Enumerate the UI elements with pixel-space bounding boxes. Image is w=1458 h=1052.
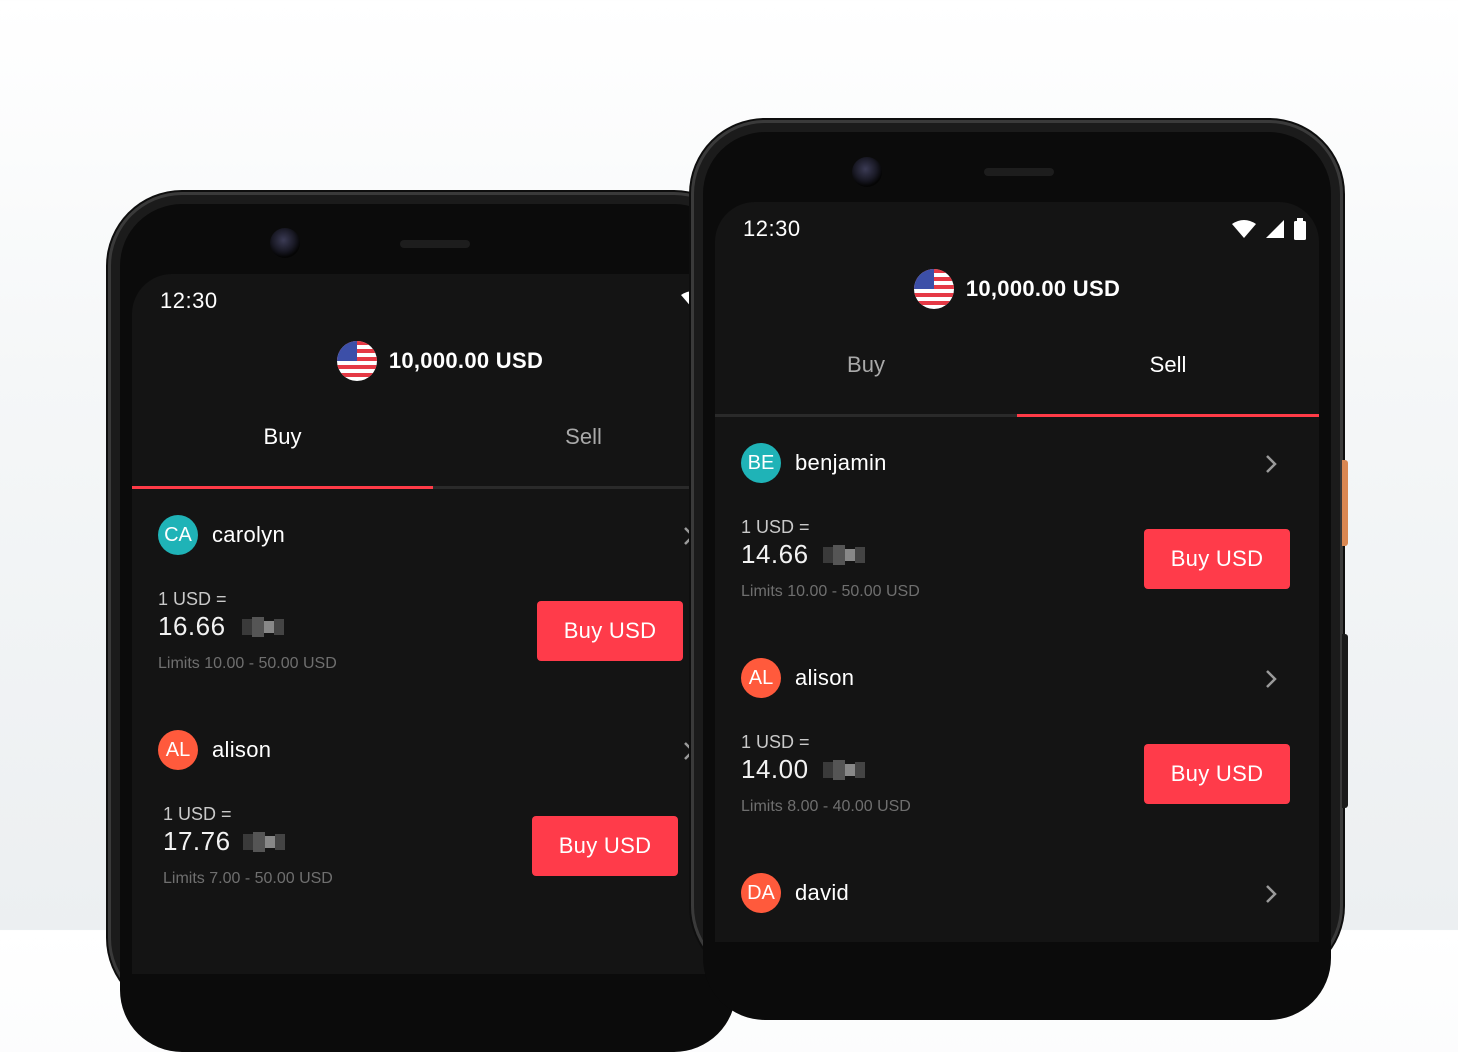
avatar: BE [741, 443, 781, 483]
rate-value: 14.66 [741, 539, 875, 570]
chevron-right-icon[interactable] [1258, 666, 1284, 692]
user-name: alison [212, 737, 272, 762]
tab-buy[interactable]: Buy [715, 332, 1017, 414]
rate-value: 17.76 [163, 826, 297, 857]
phone-left: 12:30 10,000.00 USD Buy Sell CA carolyn … [108, 192, 748, 1052]
speaker-grille [400, 240, 470, 248]
rate-value: 16.66 [158, 611, 292, 642]
rate-label: 1 USD = [163, 804, 232, 824]
balance-header: 10,000.00 USD [132, 340, 748, 382]
status-bar: 12:30 [743, 216, 1306, 246]
limits-text: Limits 8.00 - 40.00 USD [741, 798, 911, 815]
pixelated-currency [236, 615, 292, 639]
tab-sell[interactable]: Sell [1017, 332, 1319, 417]
rate-number: 14.00 [741, 754, 809, 784]
user-name: alison [795, 665, 855, 690]
rate-label: 1 USD = [741, 517, 810, 537]
us-flag-icon [336, 341, 377, 381]
chevron-right-icon[interactable] [1258, 451, 1284, 477]
front-camera-icon [852, 157, 882, 187]
offer-item-alison[interactable]: AL alison 1 USD = 17.76 Limits 7.00 - 50… [132, 704, 748, 919]
buy-usd-button[interactable]: Buy USD [532, 816, 678, 876]
user-name: david [795, 880, 850, 905]
tab-bar: Buy Sell [132, 404, 734, 489]
status-time: 12:30 [743, 216, 801, 241]
limits-text: Limits 10.00 - 50.00 USD [741, 583, 920, 600]
buy-usd-button[interactable]: Buy USD [1144, 529, 1290, 589]
offer-item-david[interactable]: DA david [715, 847, 1319, 942]
tab-buy[interactable]: Buy [132, 404, 433, 489]
phone-right: 12:30 10,000.00 USD Buy Sell BE benjamin… [691, 120, 1348, 1020]
limits-text: Limits 7.00 - 50.00 USD [163, 870, 333, 887]
signal-icon [1266, 220, 1284, 238]
avatar: AL [158, 730, 198, 770]
tab-bar: Buy Sell [715, 332, 1319, 417]
avatar: DA [741, 873, 781, 913]
screen: 12:30 10,000.00 USD Buy Sell BE benjamin… [715, 202, 1319, 942]
status-time: 12:30 [160, 288, 218, 313]
offer-item-alison[interactable]: AL alison 1 USD = 14.00 Limits 8.00 - 40… [715, 632, 1319, 847]
front-camera-icon [270, 228, 300, 258]
offer-list: CA carolyn 1 USD = 16.66 Limits 10.00 - … [132, 489, 748, 919]
avatar: CA [158, 515, 198, 555]
screen: 12:30 10,000.00 USD Buy Sell CA carolyn … [132, 274, 748, 974]
balance-amount: 10,000.00 USD [965, 276, 1121, 301]
rate-value: 14.00 [741, 754, 875, 785]
rate-label: 1 USD = [741, 732, 810, 752]
speaker-grille [984, 168, 1054, 176]
status-bar: 12:30 [160, 288, 733, 318]
wifi-icon [1232, 220, 1256, 238]
offer-item-carolyn[interactable]: CA carolyn 1 USD = 16.66 Limits 10.00 - … [132, 489, 748, 704]
balance-header: 10,000.00 USD [715, 268, 1319, 310]
us-flag-icon [913, 269, 954, 309]
pixelated-currency [819, 758, 875, 782]
user-name: benjamin [795, 450, 887, 475]
user-name: carolyn [212, 522, 286, 547]
offer-item-benjamin[interactable]: BE benjamin 1 USD = 14.66 Limits 10.00 -… [715, 417, 1319, 632]
limits-text: Limits 10.00 - 50.00 USD [158, 655, 337, 672]
side-button [1342, 634, 1348, 808]
pixelated-currency [241, 830, 297, 854]
rate-label: 1 USD = [158, 589, 227, 609]
rate-number: 16.66 [158, 611, 226, 641]
buy-usd-button[interactable]: Buy USD [537, 601, 683, 661]
chevron-right-icon[interactable] [1258, 881, 1284, 907]
pixelated-currency [819, 543, 875, 567]
side-button [1342, 460, 1348, 546]
balance-amount: 10,000.00 USD [388, 348, 544, 373]
buy-usd-button[interactable]: Buy USD [1144, 744, 1290, 804]
avatar: AL [741, 658, 781, 698]
offer-list: BE benjamin 1 USD = 14.66 Limits 10.00 -… [715, 417, 1319, 942]
rate-number: 17.76 [163, 826, 231, 856]
tab-sell[interactable]: Sell [433, 404, 734, 486]
battery-icon [1294, 218, 1306, 240]
rate-number: 14.66 [741, 539, 809, 569]
